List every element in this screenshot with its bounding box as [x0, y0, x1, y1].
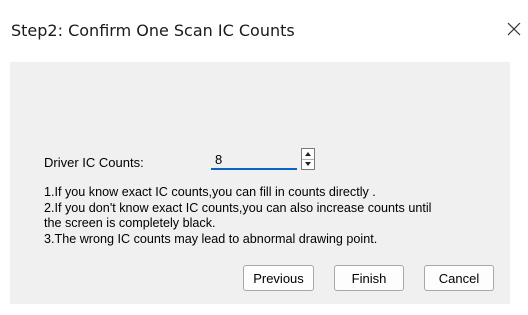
finish-button[interactable]: Finish — [334, 265, 404, 291]
instruction-line: 2.If you don't know exact IC counts,you … — [44, 200, 432, 215]
instruction-line: 3.The wrong IC counts may lead to abnorm… — [44, 231, 378, 246]
spin-down-button[interactable] — [302, 159, 314, 169]
driver-ic-counts-spinner — [211, 148, 317, 172]
dialog-window: Step2: Confirm One Scan IC Counts Driver… — [0, 0, 528, 315]
window-border-bottom — [0, 304, 528, 315]
spin-up-icon — [305, 152, 311, 156]
driver-ic-counts-input[interactable] — [211, 148, 297, 170]
window-border-right — [510, 62, 528, 304]
spin-buttons — [301, 148, 315, 170]
close-button[interactable] — [500, 14, 528, 44]
previous-button[interactable]: Previous — [243, 265, 314, 291]
close-icon — [507, 22, 521, 36]
spin-down-icon — [305, 162, 311, 166]
instructions-text: 1.If you know exact IC counts,you can fi… — [44, 185, 504, 247]
window-title: Step2: Confirm One Scan IC Counts — [11, 21, 295, 40]
driver-ic-counts-label: Driver IC Counts: — [44, 155, 144, 170]
title-bar: Step2: Confirm One Scan IC Counts — [0, 0, 528, 62]
instruction-line: 1.If you know exact IC counts,you can fi… — [44, 185, 376, 199]
cancel-button[interactable]: Cancel — [424, 265, 494, 291]
instruction-line: the screen is completely black. — [44, 216, 216, 230]
